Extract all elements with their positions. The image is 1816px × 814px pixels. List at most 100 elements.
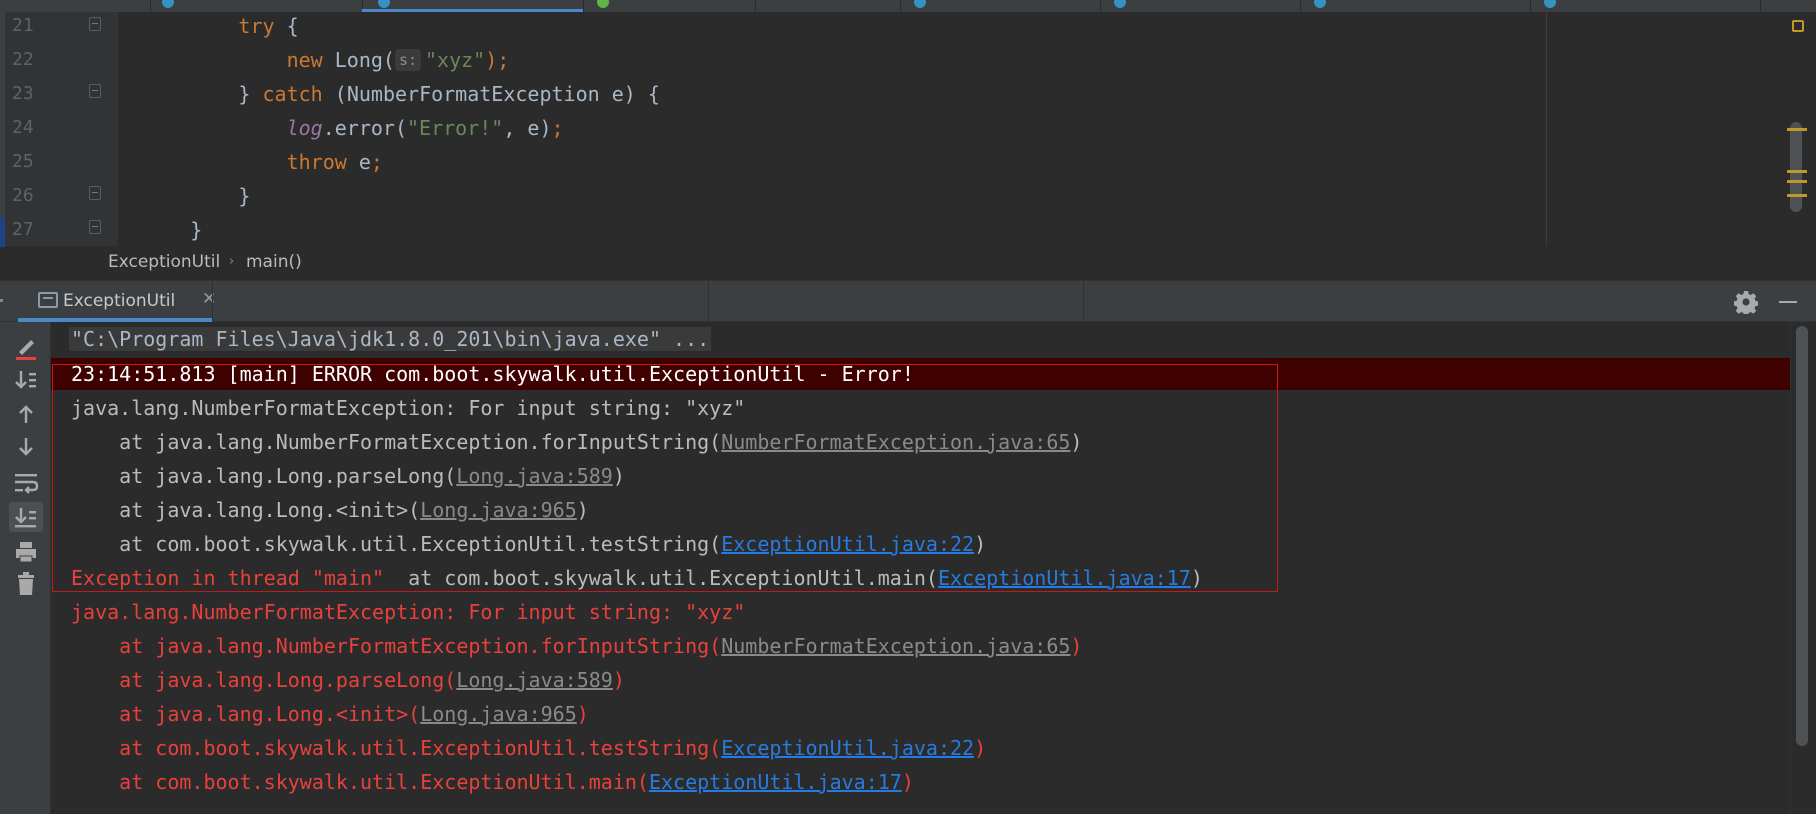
- groovy-icon: [597, 0, 609, 8]
- breadcrumb-class[interactable]: ExceptionUtil: [108, 252, 220, 272]
- code-text: }: [190, 218, 203, 242]
- keyword-try: try: [238, 14, 275, 38]
- header-divider: [212, 281, 213, 323]
- ide-window: 21 22 23 24 25 26 27 try { new Long(s: "x…: [0, 0, 1816, 814]
- fold-marker-icon[interactable]: [89, 186, 101, 200]
- minimize-icon[interactable]: [1779, 301, 1797, 303]
- editor-tab[interactable]: [583, 0, 756, 12]
- class-icon: [1314, 0, 1326, 8]
- trash-icon[interactable]: [9, 569, 43, 599]
- code-text: {: [274, 14, 299, 38]
- editor-tab[interactable]: [1300, 0, 1531, 12]
- warning-marker[interactable]: [1787, 128, 1807, 131]
- source-link[interactable]: Long.java:589: [456, 668, 613, 692]
- fold-marker-icon[interactable]: [89, 84, 101, 98]
- line-number: 22: [12, 49, 34, 70]
- command-text: "C:\Program Files\Java\jdk1.8.0_201\bin\…: [69, 327, 712, 351]
- stderr-stack-trace-line: at java.lang.NumberFormatException.forIn…: [71, 629, 1082, 663]
- keyword-new: new: [286, 48, 323, 72]
- trace-text: at java.lang.NumberFormatException.forIn…: [71, 634, 722, 658]
- trace-text: ): [576, 702, 589, 726]
- gutter-left-strip: [0, 12, 5, 246]
- fold-marker-icon[interactable]: [89, 17, 101, 31]
- gutter-active-mark: [0, 217, 5, 247]
- trace-text: at com.boot.skywalk.util.ExceptionUtil.t…: [71, 736, 722, 760]
- trace-text: at java.lang.Long.parseLong(: [71, 668, 457, 692]
- scroll-to-end-icon[interactable]: [9, 502, 43, 532]
- code-line: } catch (NumberFormatException e) {: [118, 77, 660, 111]
- trace-text: ): [612, 668, 625, 692]
- arrow-down-icon[interactable]: [9, 432, 43, 462]
- breadcrumb-method[interactable]: main(): [246, 252, 302, 272]
- code-text: }: [238, 82, 263, 106]
- editor-tab[interactable]: [1100, 0, 1301, 12]
- right-margin-guide: [1546, 12, 1547, 246]
- run-tool-window-header: ExceptionUtil ✕: [0, 280, 1816, 323]
- console-toolbar: [0, 322, 51, 814]
- gear-icon[interactable]: [1733, 290, 1759, 316]
- header-divider: [708, 281, 709, 323]
- source-link[interactable]: ExceptionUtil.java:17: [649, 770, 902, 794]
- stderr-stack-trace-line: at java.lang.Long.<init>(Long.java:965): [71, 697, 589, 731]
- close-icon[interactable]: ✕: [202, 289, 216, 309]
- trace-text: ): [1070, 634, 1083, 658]
- editor-gutter: 21 22 23 24 25 26 27: [0, 12, 118, 247]
- code-line: }: [118, 179, 250, 213]
- code-line: try {: [118, 9, 299, 43]
- string-literal: "xyz": [425, 48, 486, 72]
- parameter-hint: s:: [394, 49, 422, 71]
- inspection-status-icon[interactable]: [1792, 20, 1804, 32]
- warning-marker[interactable]: [1787, 170, 1807, 173]
- fold-marker-icon[interactable]: [89, 220, 101, 234]
- header-divider: [1083, 281, 1084, 323]
- soft-wrap-icon[interactable]: [9, 467, 43, 497]
- class-icon: [1544, 0, 1556, 8]
- field-log: log: [286, 116, 323, 140]
- editor-scrollbar[interactable]: [1790, 122, 1802, 212]
- code-line: throw e;: [118, 145, 383, 179]
- editor-tab[interactable]: [1530, 0, 1761, 12]
- warning-marker[interactable]: [1787, 180, 1807, 183]
- edit-configuration-button[interactable]: [9, 332, 43, 362]
- source-link[interactable]: Long.java:965: [420, 702, 577, 726]
- line-number: 25: [12, 151, 34, 172]
- line-number: 23: [12, 83, 34, 104]
- code-text: (NumberFormatException e) {: [322, 82, 660, 106]
- class-icon: [1114, 0, 1126, 8]
- class-icon: [162, 0, 174, 8]
- editor-tab[interactable]: [900, 0, 1101, 12]
- console-icon: [38, 292, 58, 308]
- line-number: 27: [12, 219, 34, 240]
- run-tab-label: ExceptionUtil: [63, 291, 176, 311]
- code-editor[interactable]: 21 22 23 24 25 26 27 try { new Long(s: "x…: [0, 9, 1816, 247]
- code-text: Long(: [322, 48, 395, 72]
- code-text: );: [485, 48, 510, 72]
- trace-text: at com.boot.skywalk.util.ExceptionUtil.m…: [71, 770, 649, 794]
- source-link[interactable]: NumberFormatException.java:65: [721, 634, 1070, 658]
- arrow-up-icon[interactable]: [9, 399, 43, 429]
- class-icon: [378, 0, 390, 8]
- console-command-line: "C:\Program Files\Java\jdk1.8.0_201\bin\…: [69, 322, 712, 356]
- line-number: 21: [12, 15, 34, 36]
- trace-text: ): [901, 770, 914, 794]
- run-tab[interactable]: ExceptionUtil ✕: [18, 281, 216, 323]
- print-icon[interactable]: [9, 537, 43, 567]
- breadcrumb-separator: ›: [229, 254, 235, 269]
- code-text: , e): [503, 116, 552, 140]
- source-link[interactable]: ExceptionUtil.java:22: [721, 736, 974, 760]
- header-left-mark: [0, 299, 3, 302]
- highlight-annotation-box: [52, 364, 1278, 592]
- code-text: ;: [551, 116, 564, 140]
- stderr-stack-trace-line: at com.boot.skywalk.util.ExceptionUtil.m…: [71, 765, 914, 799]
- warning-marker[interactable]: [1787, 194, 1807, 197]
- sort-down-icon[interactable]: [9, 365, 43, 395]
- code-line: new Long(s: "xyz");: [118, 43, 510, 77]
- line-number: 24: [12, 117, 34, 138]
- keyword-catch: catch: [262, 82, 323, 106]
- code-text: e: [346, 150, 371, 174]
- editor-tab[interactable]: [755, 0, 901, 12]
- trace-text: ): [974, 736, 987, 760]
- breadcrumb: ExceptionUtil › main(): [0, 248, 1816, 278]
- console-scrollbar[interactable]: [1796, 326, 1808, 746]
- class-icon: [914, 0, 926, 8]
